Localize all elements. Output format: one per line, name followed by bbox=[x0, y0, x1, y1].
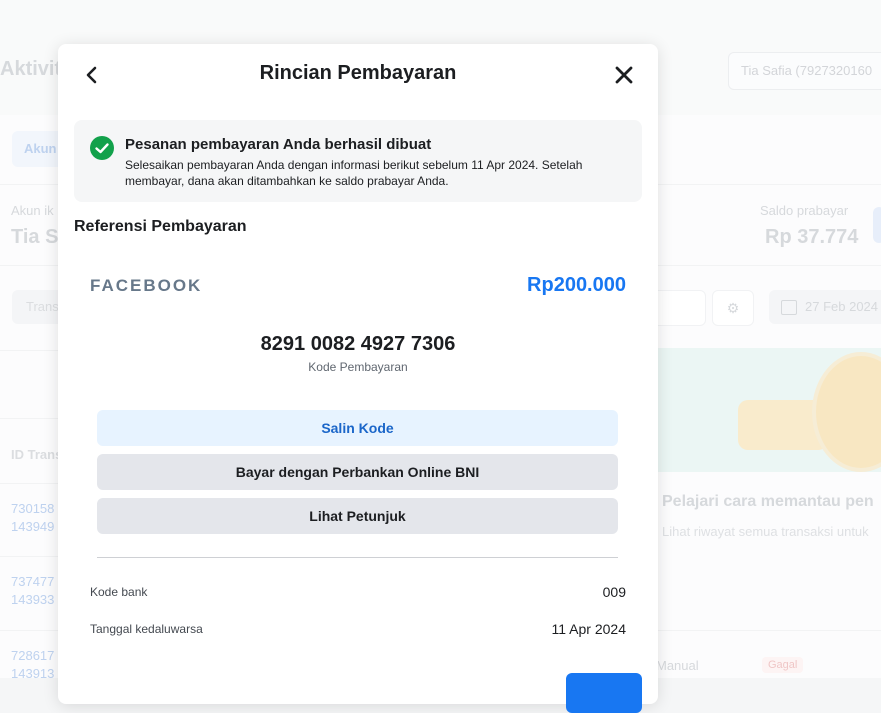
bank-code-value: 009 bbox=[602, 584, 626, 600]
expiry-date-label: Tanggal kedaluwarsa bbox=[90, 622, 203, 636]
payment-code-label: Kode Pembayaran bbox=[308, 360, 408, 374]
close-icon[interactable] bbox=[612, 63, 636, 87]
divider bbox=[97, 557, 618, 558]
copy-code-button[interactable]: Salin Kode bbox=[97, 410, 618, 446]
pay-bni-online-button[interactable]: Bayar dengan Perbankan Online BNI bbox=[97, 454, 618, 490]
payment-code: 8291 0082 4927 7306 bbox=[260, 333, 456, 355]
alert-body: Selesaikan pembayaran Anda dengan inform… bbox=[125, 158, 583, 188]
payment-details-modal: Rincian Pembayaran Pesanan pembayaran An… bbox=[58, 44, 658, 713]
bank-code-label: Kode bank bbox=[90, 585, 148, 599]
view-instructions-button[interactable]: Lihat Petunjuk bbox=[97, 498, 618, 534]
checkmark-icon bbox=[90, 136, 114, 160]
payment-amount: Rp200.000 bbox=[527, 274, 626, 296]
expiry-date-value: 11 Apr 2024 bbox=[551, 621, 626, 637]
success-alert: Pesanan pembayaran Anda berhasil dibuat … bbox=[74, 120, 642, 202]
brand-wordmark: FACEBOOK bbox=[90, 276, 203, 295]
alert-title: Pesanan pembayaran Anda berhasil dibuat bbox=[125, 136, 432, 153]
primary-action-button[interactable] bbox=[566, 673, 642, 713]
modal-title: Rincian Pembayaran bbox=[259, 62, 457, 84]
reference-heading: Referensi Pembayaran bbox=[74, 218, 247, 235]
